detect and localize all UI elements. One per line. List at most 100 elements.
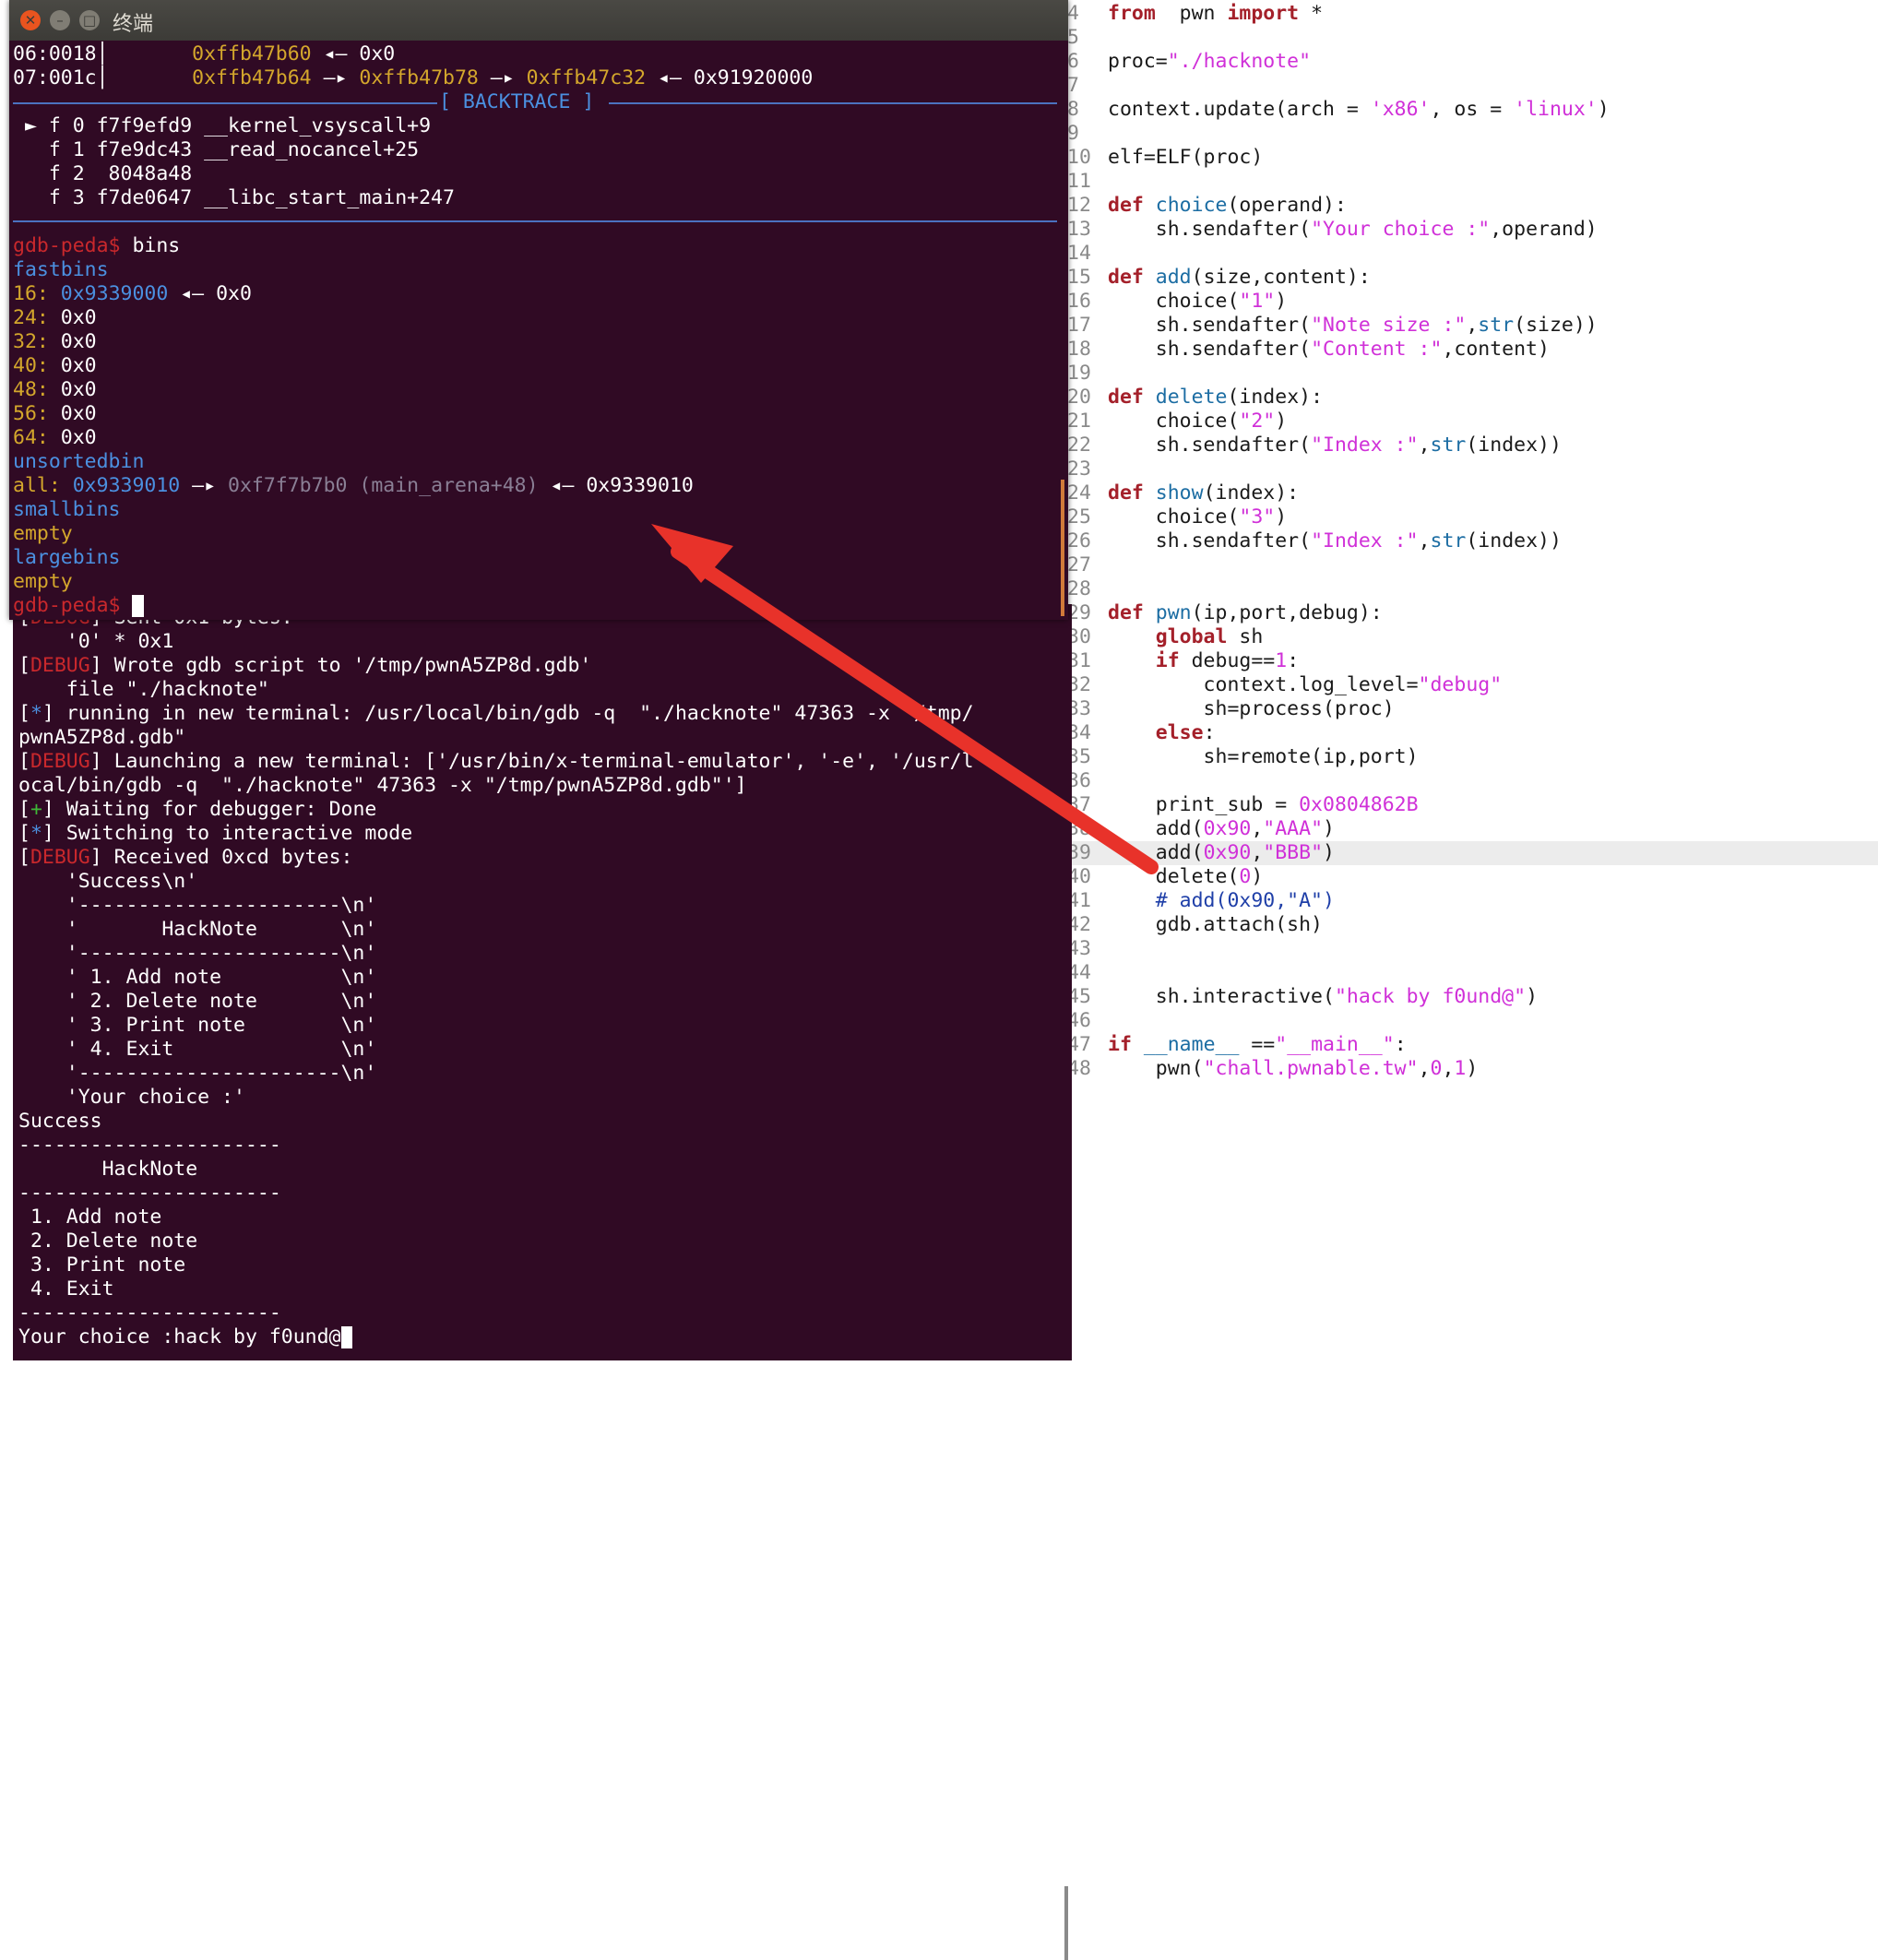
code-token: def <box>1108 386 1144 409</box>
code-token: ) <box>1251 865 1264 888</box>
editor-line[interactable]: 26 sh.sendafter("Index :",str(index)) <box>1067 529 1562 553</box>
terminal-scrollbar[interactable] <box>1064 1886 1068 1960</box>
editor-line[interactable]: 28 <box>1067 577 1108 601</box>
editor-line[interactable]: 5 <box>1067 26 1108 50</box>
editor-line[interactable]: 25 choice("3") <box>1067 505 1287 529</box>
editor-line[interactable]: 23 <box>1067 457 1108 481</box>
terminal-line: ' 3. Print note \n' <box>18 1014 377 1038</box>
editor-line[interactable]: 37 print_sub = 0x0804862B <box>1067 793 1419 817</box>
code-token: ,content) <box>1442 338 1550 361</box>
editor-line[interactable]: 11 <box>1067 170 1108 194</box>
editor-line[interactable]: 40 delete(0) <box>1067 865 1263 889</box>
code-token: "chall.pwnable.tw" <box>1203 1057 1419 1080</box>
maximize-button[interactable]: □ <box>79 10 100 30</box>
editor-line[interactable]: 27 <box>1067 553 1108 577</box>
editor-line[interactable]: 16 choice("1") <box>1067 290 1287 314</box>
code-token: __name__ <box>1143 1033 1240 1056</box>
editor-line[interactable]: 34 else: <box>1067 721 1216 745</box>
editor-line[interactable]: 14 <box>1067 242 1108 266</box>
editor-line[interactable]: 13 sh.sendafter("Your choice :",operand) <box>1067 218 1598 242</box>
code-token: —▸ <box>311 66 360 89</box>
editor-line[interactable]: 35 sh=remote(ip,port) <box>1067 745 1419 769</box>
editor-line[interactable]: 15 def add(size,content): <box>1067 266 1371 290</box>
editor-line[interactable]: 32 context.log_level="debug" <box>1067 673 1502 697</box>
gdb-terminal-window[interactable]: ✕ – □ 终端 06:0018│ 0xffb47b60 ◂— 0x0 07:00… <box>9 0 1068 620</box>
line-number: 32 <box>1067 673 1091 696</box>
editor-line[interactable]: 39 add(0x90,"BBB") <box>1067 841 1878 865</box>
gdb-scrollbar[interactable] <box>1061 480 1064 616</box>
line-number: 37 <box>1067 793 1091 816</box>
editor-line[interactable]: 41 # add(0x90,"A") <box>1067 889 1335 913</box>
gdb-line: 64: 0x0 <box>13 426 97 450</box>
code-token: ocal/bin/gdb -q "./hacknote" 47363 -x "/… <box>18 774 747 797</box>
editor-line[interactable]: 7 <box>1067 74 1108 98</box>
editor-line[interactable]: 24 def show(index): <box>1067 481 1299 505</box>
editor-line[interactable]: 8 context.update(arch = 'x86', os = 'linu… <box>1067 98 1610 122</box>
gdb-line: unsortedbin <box>13 450 144 474</box>
terminal-line: '----------------------\n' <box>18 1062 377 1086</box>
code-token: * <box>30 702 42 725</box>
editor-line[interactable]: 19 <box>1067 362 1108 386</box>
editor-line[interactable]: 43 <box>1067 937 1108 961</box>
editor-line[interactable]: 4 from pwn import * <box>1067 2 1323 26</box>
line-number: 47 <box>1067 1033 1091 1056</box>
window-titlebar[interactable]: ✕ – □ 终端 <box>9 0 1068 41</box>
line-number: 39 <box>1067 841 1091 864</box>
gdb-line: 40: 0x0 <box>13 354 97 378</box>
editor-line[interactable]: 21 choice("2") <box>1067 410 1287 434</box>
code-token: "3" <box>1239 505 1276 529</box>
editor-line[interactable]: 48 pwn("chall.pwnable.tw",0,1) <box>1067 1057 1478 1081</box>
code-token: ◂— 0x0 <box>311 42 396 65</box>
code-token: ' 3. Print note \n' <box>18 1014 377 1037</box>
code-token: # add(0x90,"A") <box>1155 889 1335 912</box>
code-token: 0xffb47b64 <box>192 66 312 89</box>
code-token: def <box>1108 266 1144 289</box>
code-token: "debug" <box>1418 673 1503 696</box>
close-button[interactable]: ✕ <box>20 10 41 30</box>
editor-line[interactable]: 30 global sh <box>1067 625 1263 649</box>
code-token: ,operand) <box>1490 218 1598 241</box>
code-token: 0x0 <box>48 306 97 329</box>
code-token: sh=remote(ip,port) <box>1108 745 1419 768</box>
code-token: ---------------------- <box>18 1134 281 1157</box>
editor-line[interactable]: 6 proc="./hacknote" <box>1067 50 1311 74</box>
editor-line[interactable]: 20 def delete(index): <box>1067 386 1323 410</box>
editor-line[interactable]: 17 sh.sendafter("Note size :",str(size)) <box>1067 314 1598 338</box>
editor-line[interactable]: 31 if debug==1: <box>1067 649 1299 673</box>
editor-line[interactable]: 46 <box>1067 1009 1108 1033</box>
editor-line[interactable]: 45 sh.interactive("hack by f0und@") <box>1067 985 1538 1009</box>
code-token: DEBUG <box>30 750 90 773</box>
code-token: , <box>1442 1057 1455 1080</box>
editor-line[interactable]: 22 sh.sendafter("Index :",str(index)) <box>1067 434 1562 457</box>
code-token: ] Received 0xcd bytes: <box>89 846 353 869</box>
code-token: gdb-peda$ <box>13 594 121 617</box>
code-token: delete <box>1155 386 1228 409</box>
code-token: : <box>1394 1033 1407 1056</box>
code-token: ---------------------- <box>18 1301 281 1324</box>
code-token: empty <box>13 522 73 545</box>
minimize-button[interactable]: – <box>50 10 70 30</box>
editor-line[interactable]: 10 elf=ELF(proc) <box>1067 146 1263 170</box>
editor-line[interactable]: 12 def choice(operand): <box>1067 194 1347 218</box>
code-token: [ <box>18 654 30 677</box>
editor-line[interactable]: 36 <box>1067 769 1108 793</box>
code-editor[interactable]: 4 from pwn import * 5 6 proc="./hacknote" 7 8 c… <box>1067 0 1878 1396</box>
line-code: if __name__ =="__main__": <box>1099 1033 1407 1057</box>
editor-line[interactable]: 29 def pwn(ip,port,debug): <box>1067 601 1383 625</box>
editor-line[interactable]: 9 <box>1067 122 1108 146</box>
editor-line[interactable]: 47 if __name__ =="__main__": <box>1067 1033 1407 1057</box>
editor-line[interactable]: 33 sh=process(proc) <box>1067 697 1395 721</box>
editor-line[interactable]: 44 <box>1067 961 1108 985</box>
code-token: , <box>1418 529 1431 552</box>
editor-line[interactable]: 38 add(0x90,"AAA") <box>1067 817 1335 841</box>
editor-line[interactable]: 42 gdb.attach(sh) <box>1067 913 1323 937</box>
code-token: 0 <box>1430 1057 1443 1080</box>
code-token: ' 2. Delete note \n' <box>18 990 377 1013</box>
code-token: 1 <box>1275 649 1288 672</box>
editor-line[interactable]: 18 sh.sendafter("Content :",content) <box>1067 338 1550 362</box>
line-number: 33 <box>1067 697 1091 720</box>
pwntools-terminal[interactable]: [DEBUG] Sent 0x1 bytes: '0' * 0x1[DEBUG]… <box>13 604 1072 1960</box>
code-token: fastbins <box>13 258 109 281</box>
